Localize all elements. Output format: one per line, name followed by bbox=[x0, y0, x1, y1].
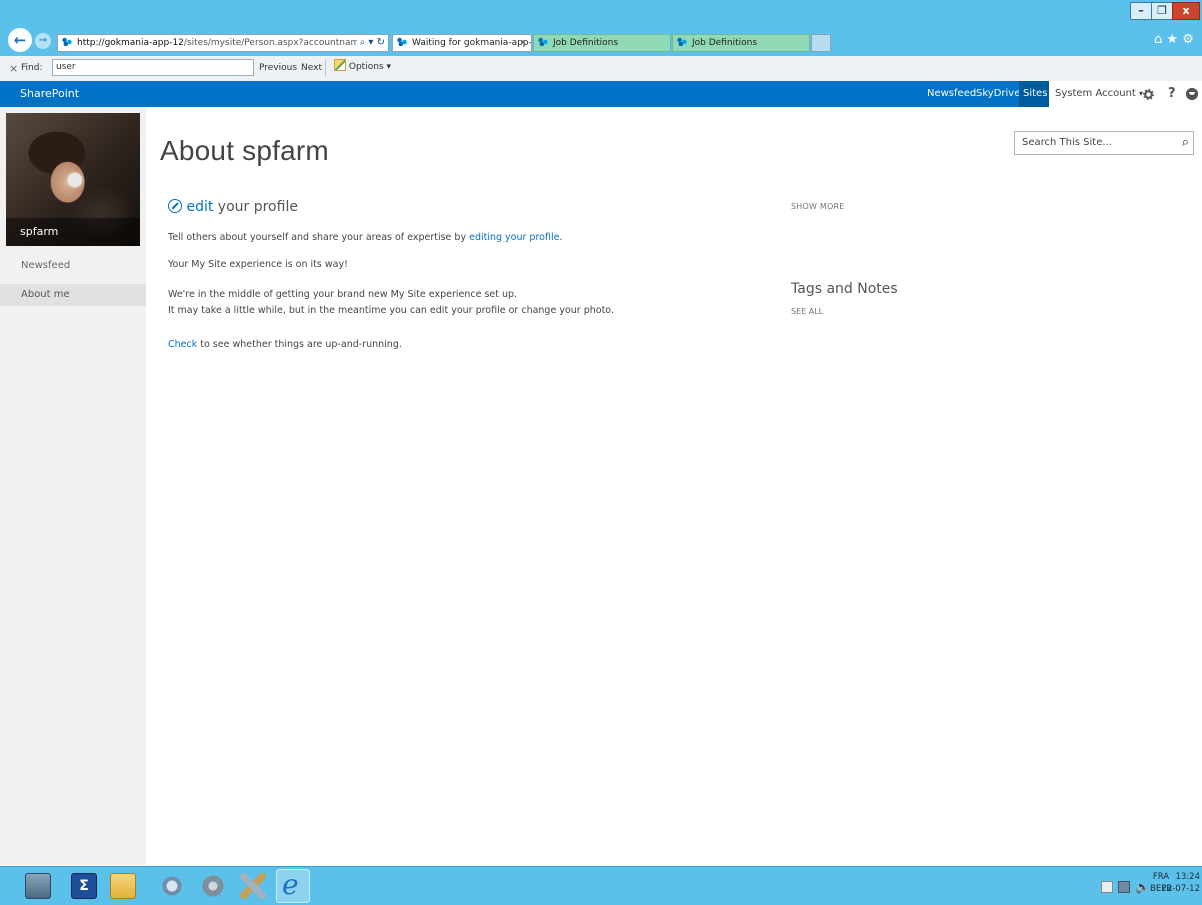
settings-gear-icon[interactable] bbox=[1143, 89, 1154, 100]
address-controls: ⌕ ▾ ↻ bbox=[356, 35, 388, 51]
suitebar-link-newsfeed[interactable]: Newsfeed bbox=[927, 81, 976, 107]
refresh-icon[interactable]: ↻ bbox=[377, 37, 385, 48]
find-input-value: user bbox=[56, 62, 76, 72]
watch-highlight bbox=[68, 173, 82, 187]
editing-profile-link[interactable]: editing your profile bbox=[469, 232, 559, 243]
find-divider bbox=[325, 59, 326, 76]
browser-toolbar-icons: ⌂ ★ ⚙ bbox=[1154, 32, 1194, 47]
suitebar-link-skydrive[interactable]: SkyDrive bbox=[976, 81, 1020, 107]
taskbar-clock[interactable]: 13:24 22-07-12 bbox=[1160, 871, 1200, 895]
find-options-button[interactable]: Options ▾ bbox=[330, 58, 395, 77]
tab-label: Job Definitions bbox=[553, 38, 619, 48]
tools-icon[interactable]: ⚙ bbox=[1182, 32, 1194, 47]
find-options-label: Options bbox=[348, 62, 384, 72]
chevron-down-icon: ▾ bbox=[386, 62, 392, 72]
mysite-wait-message: It may take a little while, but in the m… bbox=[168, 305, 614, 316]
check-status-text: Check to see whether things are up-and-r… bbox=[168, 339, 402, 350]
user-smiley-icon[interactable] bbox=[1186, 88, 1198, 100]
maximize-icon: ❐ bbox=[1157, 4, 1167, 17]
tab-waiting[interactable]: Waiting for gokmania-app-... × bbox=[392, 34, 532, 52]
home-icon[interactable]: ⌂ bbox=[1154, 32, 1162, 47]
check-link[interactable]: Check bbox=[168, 339, 197, 350]
find-close-icon[interactable]: × bbox=[9, 62, 18, 75]
sidebar-item-about-me[interactable]: About me bbox=[0, 284, 146, 306]
favorites-icon[interactable]: ★ bbox=[1166, 32, 1178, 47]
sharepoint-favicon-icon bbox=[537, 36, 549, 46]
search-box[interactable]: Search This Site... ⌕ bbox=[1014, 131, 1194, 155]
page-title: About spfarm bbox=[160, 135, 329, 166]
account-name: System Account bbox=[1055, 88, 1136, 99]
find-label: Find: bbox=[21, 63, 43, 73]
search-icon[interactable]: ⌕ bbox=[360, 37, 366, 48]
clock-time: 13:24 bbox=[1175, 872, 1201, 882]
account-menu[interactable]: System Account ▾ bbox=[1055, 81, 1143, 107]
minimize-icon: – bbox=[1138, 4, 1144, 17]
tab-close-icon[interactable]: × bbox=[519, 35, 527, 51]
find-input[interactable]: user bbox=[52, 59, 254, 76]
settings-icon[interactable] bbox=[200, 873, 226, 899]
mysite-status-message: Your My Site experience is on its way! bbox=[168, 259, 348, 270]
sharepoint-suite-bar: SharePoint Newsfeed SkyDrive Sites Syste… bbox=[0, 81, 1202, 107]
sharepoint-favicon-icon bbox=[61, 36, 73, 46]
dropdown-icon[interactable]: ▾ bbox=[368, 37, 373, 48]
tab-label: Waiting for gokmania-app-... bbox=[412, 38, 532, 48]
server-manager-icon[interactable] bbox=[25, 873, 51, 899]
left-sidebar: spfarm Newsfeed About me bbox=[0, 107, 146, 865]
tab-job-definitions-1[interactable]: Job Definitions bbox=[533, 34, 671, 52]
back-button[interactable]: ← bbox=[8, 28, 32, 52]
new-tab-button[interactable] bbox=[811, 34, 831, 52]
main-content: Search This Site... ⌕ About spfarm edit … bbox=[146, 107, 1202, 865]
sidebar-item-newsfeed[interactable]: Newsfeed bbox=[0, 255, 146, 277]
browser-nav-bar: ← → http://gokmania-app-12/sites/mysite/… bbox=[0, 26, 1202, 56]
show-more-link[interactable]: SHOW MORE bbox=[791, 202, 844, 211]
help-icon[interactable]: ? bbox=[1168, 81, 1176, 107]
profile-photo[interactable]: spfarm bbox=[6, 113, 140, 246]
find-next-button[interactable]: Next bbox=[301, 63, 322, 73]
intro-text: Tell others about yourself and share you… bbox=[168, 232, 563, 243]
clock-date: 22-07-12 bbox=[1161, 884, 1200, 894]
file-explorer-icon[interactable] bbox=[110, 873, 136, 899]
forward-arrow-icon: → bbox=[38, 35, 48, 46]
suitebar-account-area: System Account ▾ ? bbox=[1049, 81, 1202, 107]
search-icon[interactable]: ⌕ bbox=[1182, 132, 1189, 154]
mysite-setup-message: We're in the middle of getting your bran… bbox=[168, 289, 518, 300]
tools-icon[interactable] bbox=[240, 873, 266, 899]
close-icon: x bbox=[1182, 4, 1190, 17]
internet-explorer-icon: e bbox=[282, 868, 299, 901]
sharepoint-favicon-icon bbox=[396, 36, 408, 46]
back-arrow-icon: ← bbox=[13, 31, 27, 49]
internet-explorer-button[interactable]: e bbox=[276, 868, 310, 903]
find-bar: × Find: user Previous Next Options ▾ bbox=[0, 56, 1202, 82]
tags-notes-heading: Tags and Notes bbox=[791, 281, 898, 297]
sharepoint-favicon-icon bbox=[676, 36, 688, 46]
edit-profile-link[interactable]: edit bbox=[186, 199, 213, 215]
tab-job-definitions-2[interactable]: Job Definitions bbox=[672, 34, 810, 52]
browser-title-bar: – ❐ x bbox=[0, 0, 1202, 26]
tray-network-icon[interactable] bbox=[1118, 881, 1130, 893]
search-placeholder: Search This Site... bbox=[1022, 137, 1112, 148]
network-icon[interactable] bbox=[159, 873, 185, 899]
sharepoint-brand-link[interactable]: SharePoint bbox=[20, 81, 79, 107]
edit-pencil-circle-icon[interactable] bbox=[168, 199, 182, 213]
close-window-button[interactable]: x bbox=[1172, 2, 1200, 20]
edit-profile-rest: your profile bbox=[217, 199, 298, 215]
find-previous-button[interactable]: Previous bbox=[259, 63, 297, 73]
minimize-button[interactable]: – bbox=[1130, 2, 1152, 20]
address-url-host: http://gokmania-app-12 bbox=[77, 38, 184, 48]
suitebar-link-sites[interactable]: Sites bbox=[1019, 81, 1052, 107]
address-bar[interactable]: http://gokmania-app-12/sites/mysite/Pers… bbox=[57, 34, 389, 52]
maximize-button[interactable]: ❐ bbox=[1151, 2, 1173, 20]
windows-taskbar: Σ e 🔈 FRA BEFR 13:24 22-07-12 bbox=[0, 866, 1202, 905]
powershell-icon[interactable]: Σ bbox=[71, 873, 97, 899]
tab-label: Job Definitions bbox=[692, 38, 758, 48]
see-all-link[interactable]: SEE ALL bbox=[791, 307, 823, 316]
forward-button[interactable]: → bbox=[35, 33, 51, 49]
profile-name-overlay: spfarm bbox=[6, 218, 140, 246]
pencil-icon bbox=[334, 59, 346, 71]
tray-flag-icon[interactable] bbox=[1101, 881, 1113, 893]
tray-volume-icon[interactable]: 🔈 bbox=[1135, 880, 1150, 894]
edit-profile-heading: edit your profile bbox=[168, 199, 298, 215]
